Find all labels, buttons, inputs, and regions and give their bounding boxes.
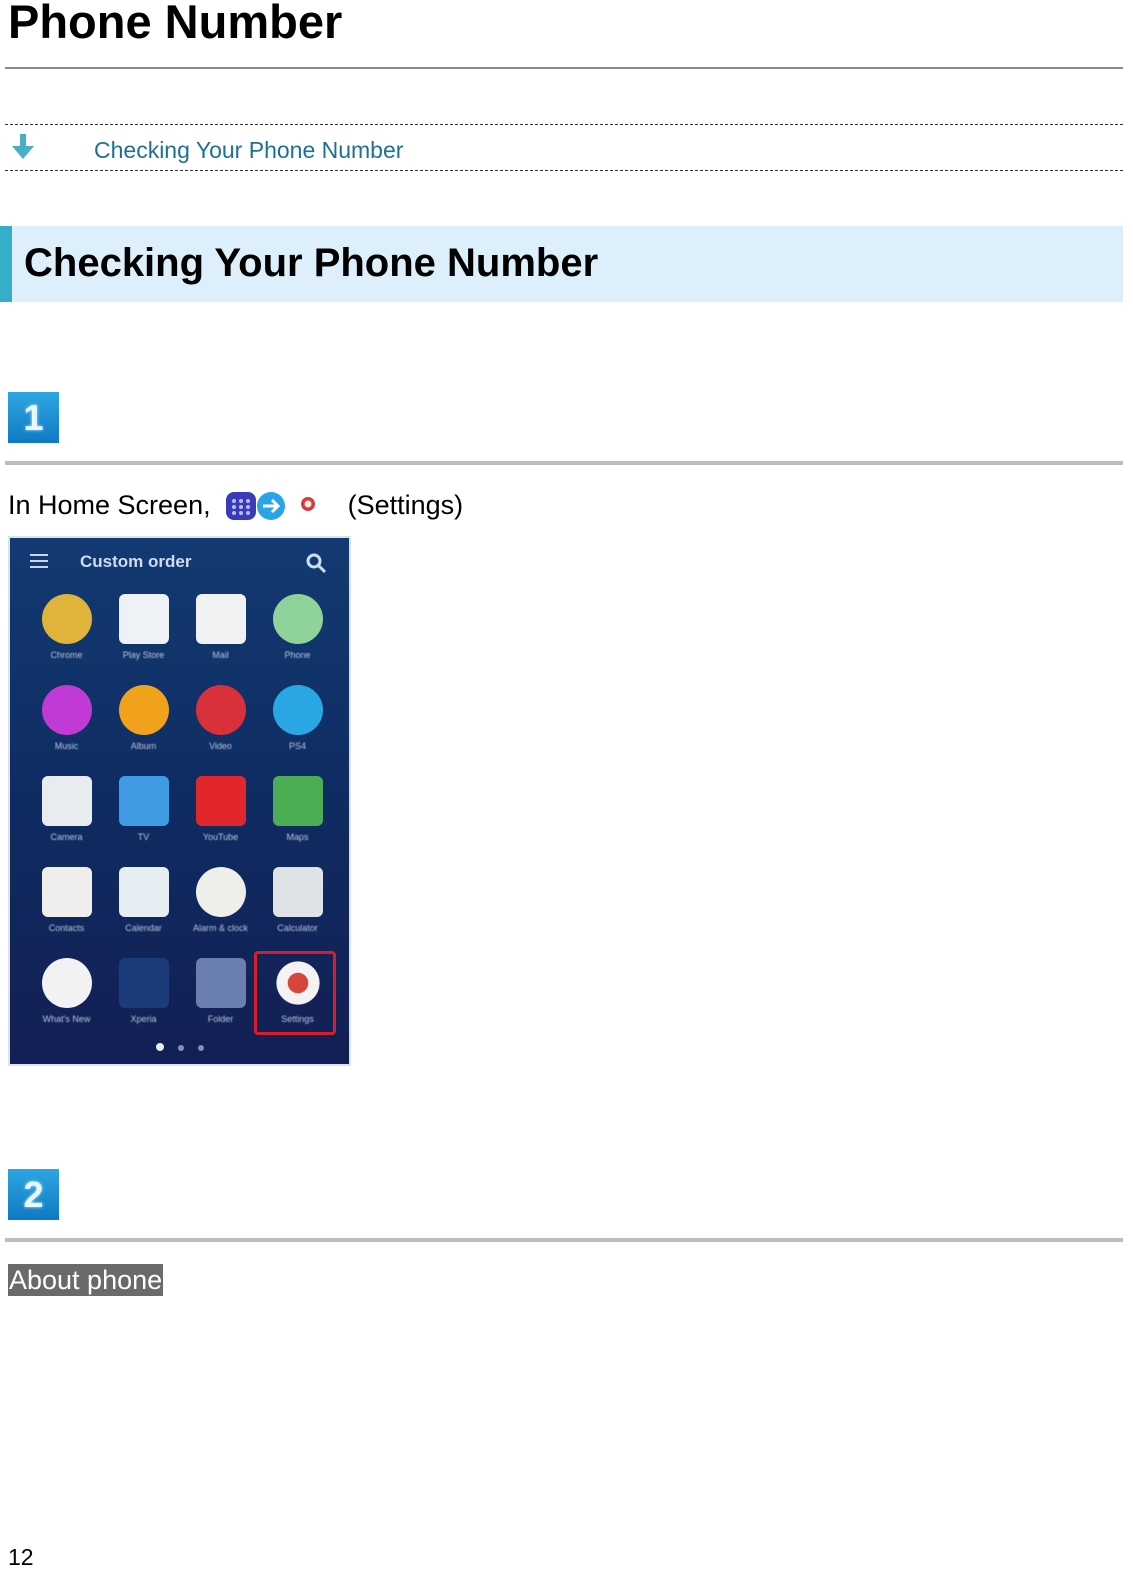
app-label: TV: [137, 832, 150, 842]
instruction-icons: [226, 490, 336, 524]
camera-icon: [41, 776, 92, 826]
alarm-clock-icon: [195, 867, 246, 917]
settings-highlight-box: [254, 951, 336, 1035]
play-store-icon: [118, 594, 169, 644]
page-indicator: [10, 1038, 349, 1056]
page-dot: [155, 1043, 164, 1051]
calculator-icon: [272, 867, 323, 917]
step-2-badge: 2: [8, 1169, 59, 1220]
step-1-badge: 1: [8, 392, 59, 443]
app-youtube: YouTube: [182, 772, 259, 863]
contacts-icon: [41, 867, 92, 917]
app-label: Chrome: [50, 650, 83, 660]
app-mail: Mail: [182, 590, 259, 681]
app-label: Play Store: [122, 650, 165, 660]
toc-link-checking-phone-number[interactable]: Checking Your Phone Number: [94, 137, 403, 164]
app-label: Maps: [286, 832, 309, 842]
hamburger-menu-icon: [30, 554, 48, 572]
app-album: Album: [105, 681, 182, 772]
app-label: Album: [130, 741, 157, 751]
music-icon: [41, 685, 92, 735]
ps4-icon: [272, 685, 323, 735]
app-label: Music: [54, 741, 79, 751]
app-contacts: Contacts: [28, 863, 105, 954]
app-label: Phone: [284, 650, 311, 660]
down-arrow-icon: [12, 134, 34, 159]
app-label: Calendar: [125, 923, 162, 933]
app-alarm-clock: Alarm & clock: [182, 863, 259, 954]
title-divider: [5, 67, 1123, 69]
app-calendar: Calendar: [105, 863, 182, 954]
app-drawer-header: Custom order: [10, 538, 349, 588]
mail-icon: [195, 594, 246, 644]
app-tv: TV: [105, 772, 182, 863]
app-label: Contacts: [48, 923, 85, 933]
instruction-suffix: (Settings): [347, 490, 464, 520]
about-phone-menu-item[interactable]: About phone: [8, 1264, 164, 1296]
maps-icon: [272, 776, 323, 826]
app-settings: Settings: [254, 951, 336, 1045]
app-label: Camera: [50, 832, 83, 842]
page-number: 12: [8, 1544, 34, 1570]
app-label: Calculator: [277, 923, 318, 933]
page-dot: [197, 1045, 204, 1051]
tv-icon: [118, 776, 169, 826]
section-header: Checking Your Phone Number: [0, 226, 1123, 302]
app-label: YouTube: [202, 832, 239, 842]
settings-icon: [301, 496, 316, 511]
whats-new-icon: [41, 958, 92, 1008]
section-accent-bar: [0, 226, 12, 302]
app-chrome: Chrome: [28, 590, 105, 681]
app-xperia-lounge: Xperia: [105, 954, 182, 1045]
step-2-divider: [5, 1238, 1123, 1242]
table-of-contents: Checking Your Phone Number: [5, 124, 1123, 171]
app-label: Xperia: [130, 1014, 157, 1024]
xperia-lounge-icon: [118, 958, 169, 1008]
app-label: What's New: [42, 1014, 91, 1024]
app-label: Mail: [212, 650, 229, 660]
app-play-store: Play Store: [105, 590, 182, 681]
page-dot: [177, 1045, 184, 1051]
app-music: Music: [28, 681, 105, 772]
app-grid: Chrome Play Store Mail Phone Music Album Video…: [28, 590, 338, 1045]
phone-icon: [272, 594, 323, 644]
app-label: Folder: [207, 1014, 234, 1024]
step-1-instruction: In Home Screen, (Settings): [8, 488, 463, 524]
app-phone: Phone: [259, 590, 336, 681]
video-icon: [195, 685, 246, 735]
app-label: Alarm & clock: [192, 923, 248, 933]
chrome-icon: [41, 594, 92, 644]
page-title: Phone Number: [8, 0, 343, 48]
album-icon: [118, 685, 169, 735]
app-ps4: PS4: [259, 681, 336, 772]
app-label: Video: [209, 741, 232, 751]
step-1-divider: [5, 461, 1123, 465]
app-label: PS4: [288, 741, 306, 751]
app-maps: Maps: [259, 772, 336, 863]
apps-grid-icon: [226, 491, 257, 520]
app-calculator: Calculator: [259, 863, 336, 954]
arrow-right-icon: [257, 491, 286, 520]
app-whats-new: What's New: [28, 954, 105, 1045]
folder-icon: [195, 958, 246, 1008]
section-title: Checking Your Phone Number: [24, 241, 599, 285]
app-camera: Camera: [28, 772, 105, 863]
calendar-icon: [118, 867, 169, 917]
home-screen-screenshot: Custom order Chrome Play Store Mail Phone Mu…: [8, 536, 351, 1066]
search-icon: [306, 553, 327, 574]
instruction-prefix: In Home Screen,: [8, 490, 211, 520]
app-folder: Folder: [182, 954, 259, 1045]
youtube-icon: [195, 776, 246, 826]
app-drawer-title: Custom order: [80, 552, 192, 571]
app-video: Video: [182, 681, 259, 772]
